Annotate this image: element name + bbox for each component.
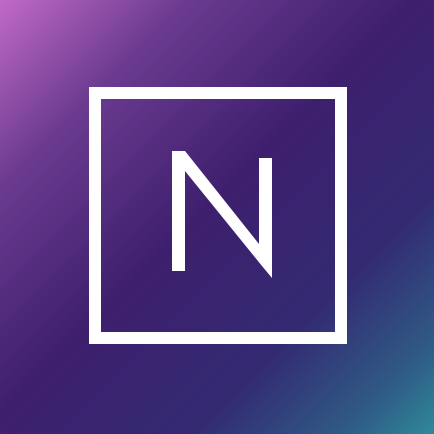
- app-icon: [0, 0, 434, 434]
- n-logo-icon: [172, 151, 272, 278]
- logo-letter-n: [172, 151, 272, 278]
